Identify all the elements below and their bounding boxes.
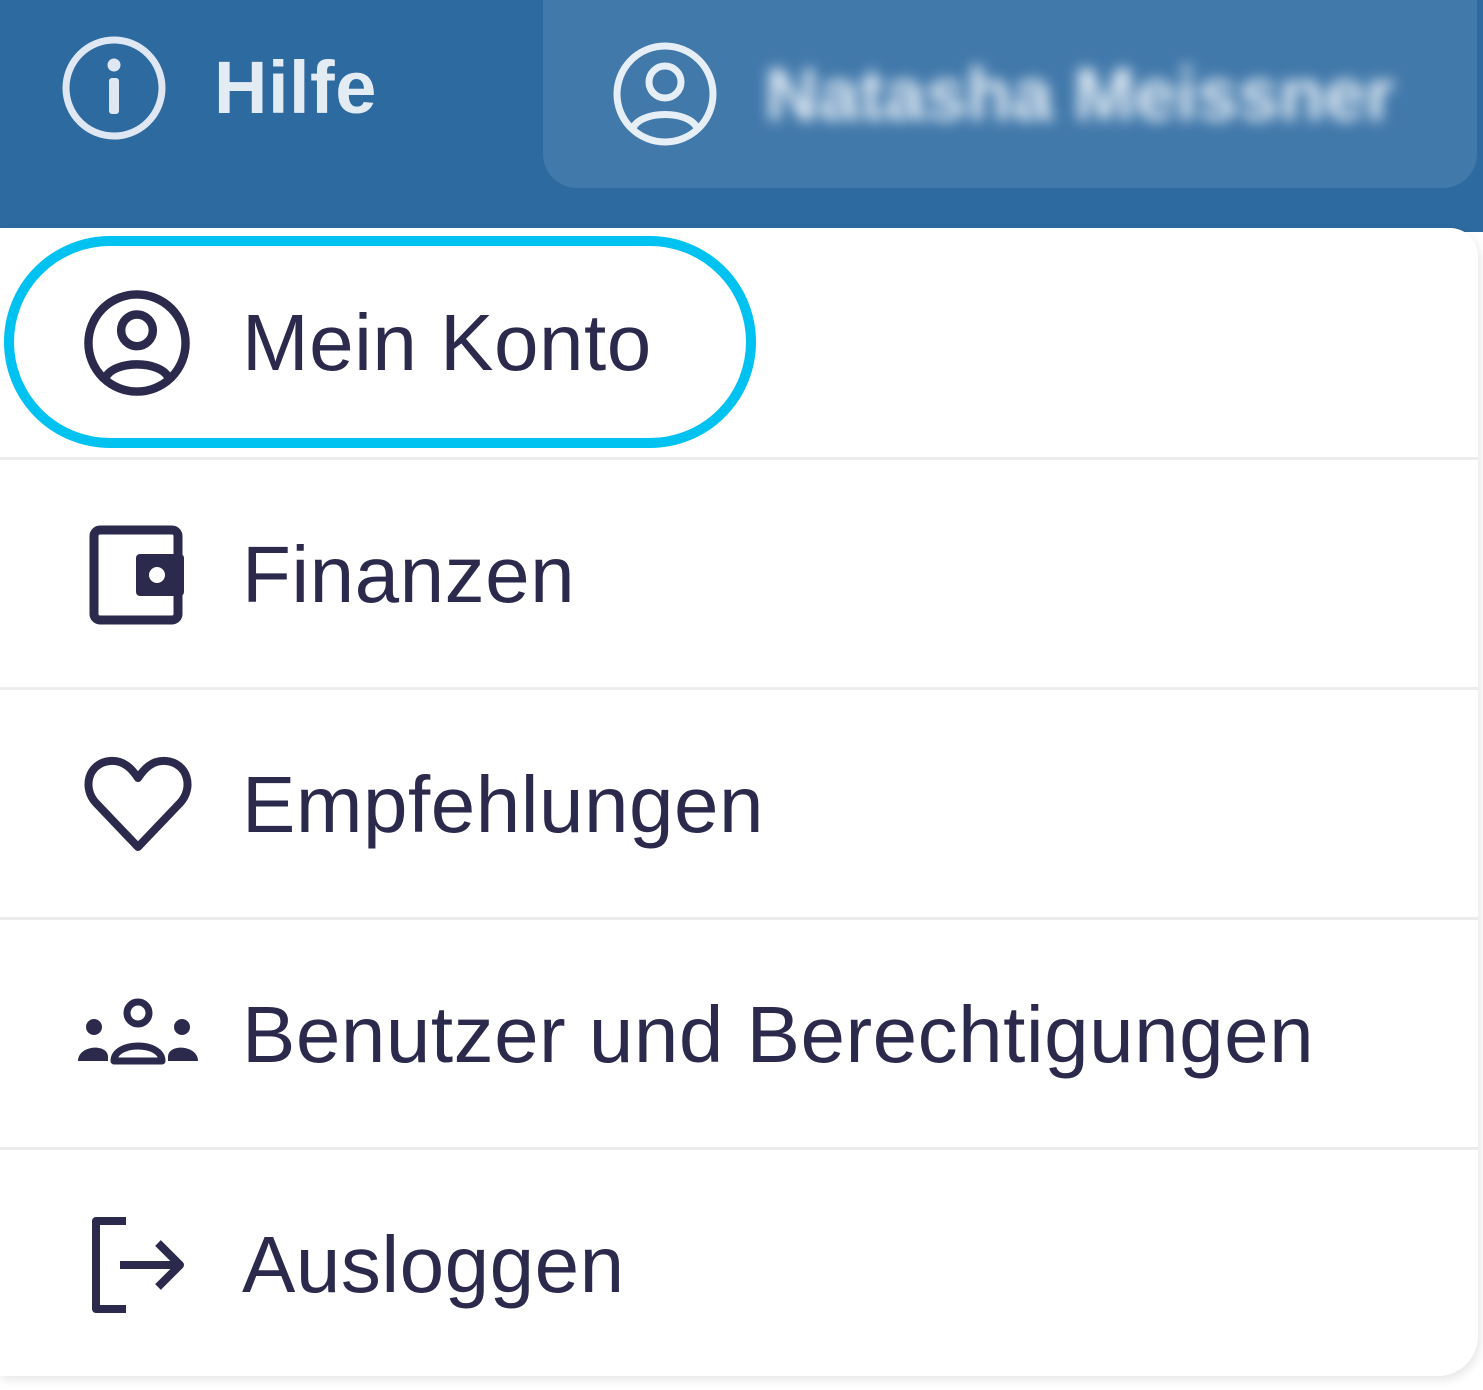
logout-icon	[92, 1216, 184, 1313]
user-circle-icon	[613, 42, 717, 146]
menu-item-label: Benutzer und Berechtigungen	[242, 989, 1315, 1079]
menu-item-label: Finanzen	[242, 529, 576, 619]
menu-item-ausloggen[interactable]: Ausloggen	[0, 1150, 1478, 1376]
menu-item-empfehlungen[interactable]: Empfehlungen	[0, 690, 1478, 919]
heart-icon	[84, 756, 192, 851]
menu-item-label: Ausloggen	[242, 1219, 625, 1309]
menu-item-benutzer-und-berechtigungen[interactable]: Benutzer und Berechtigungen	[0, 920, 1478, 1149]
user-name: Natasha Meissner	[765, 52, 1395, 136]
menu-item-label: Mein Konto	[242, 297, 652, 387]
user-circle-icon	[84, 289, 190, 396]
users-group-icon	[78, 998, 198, 1064]
top-header: Hilfe Natasha Meissner	[0, 0, 1483, 232]
account-dropdown-menu: Mein Konto Finanzen Empfehlungen Benutze…	[0, 228, 1478, 1376]
user-menu-button[interactable]: Natasha Meissner	[543, 0, 1477, 188]
menu-item-label: Empfehlungen	[242, 759, 764, 849]
menu-item-mein-konto[interactable]: Mein Konto	[0, 228, 1478, 457]
wallet-icon	[89, 525, 184, 624]
help-label: Hilfe	[214, 46, 377, 129]
help-button[interactable]: Hilfe	[60, 30, 377, 145]
info-icon	[62, 36, 166, 139]
menu-item-finanzen[interactable]: Finanzen	[0, 460, 1478, 689]
